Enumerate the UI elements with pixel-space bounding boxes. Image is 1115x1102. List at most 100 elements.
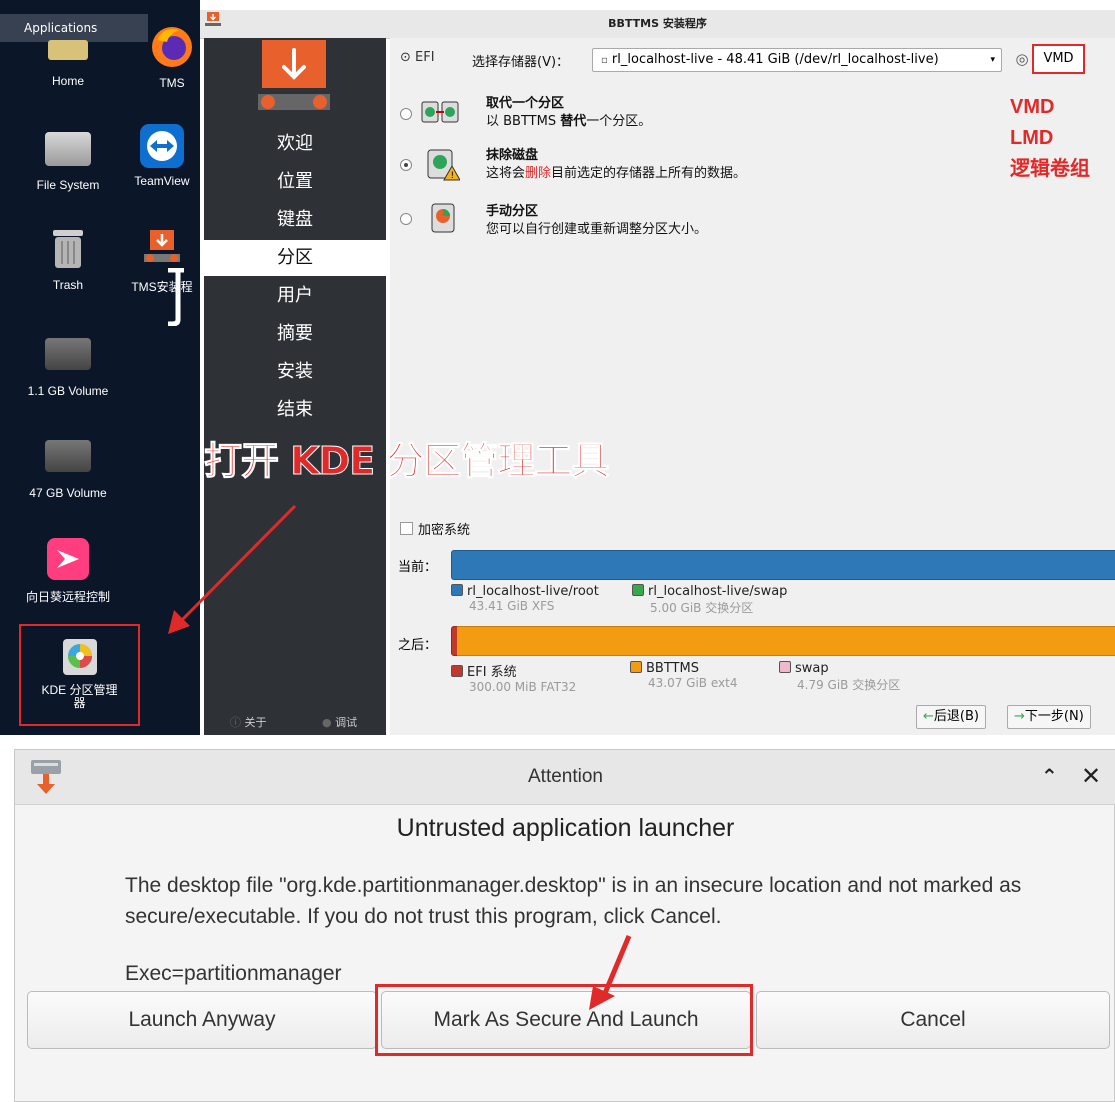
sunlogin-icon: [45, 536, 91, 582]
after-label: 之后：: [398, 638, 438, 653]
highlight-box-mark-secure: [375, 984, 753, 1056]
annotation-arrow-kde: [168, 504, 297, 634]
chevron-up-icon[interactable]: ⌃: [1041, 764, 1058, 788]
storage-label: 选择存储器(V)：: [472, 55, 570, 70]
dialog-heading: Untrusted application launcher: [396, 814, 735, 842]
nav-item-keyboard[interactable]: 键盘: [204, 202, 386, 238]
arrow-left-icon: ←: [923, 709, 934, 724]
storage-select[interactable]: ▫ rl_localhost-live - 48.41 GiB (/dev/rl…: [592, 48, 1002, 72]
dialog-exec-line: Exec=partitionmanager: [125, 962, 342, 985]
highlight-box-kde: [19, 624, 140, 726]
bug-icon: ●: [322, 716, 336, 729]
option-erase-title: 抹除磁盘: [486, 148, 539, 163]
option-replace-title: 取代一个分区: [486, 96, 565, 111]
nav-item-location[interactable]: 位置: [204, 164, 386, 200]
debug-button[interactable]: ● 调试: [322, 714, 357, 730]
desktop-icon-volume-47gb[interactable]: 47 GB Volume: [20, 434, 116, 500]
legend-swatch: [451, 584, 463, 596]
info-icon: ⓘ: [230, 716, 245, 729]
option-manual-radio[interactable]: [400, 213, 412, 225]
legend-swap: rl_localhost-live/swap 5.00 GiB 交换分区: [632, 584, 787, 616]
installer-app-icon: [204, 12, 222, 30]
option-replace-desc: 以 BBTTMS 替代一个分区。: [486, 114, 652, 129]
desktop-icon-label: 向日葵远程控制: [25, 590, 110, 604]
desktop-icon-sunlogin[interactable]: 向日葵远程控制: [20, 536, 116, 605]
replace-partition-icon: [420, 98, 460, 128]
firefox-icon: [149, 24, 195, 70]
nav-item-install[interactable]: 安装: [204, 354, 386, 390]
desktop-icon-trash[interactable]: Trash: [20, 228, 116, 292]
arrow-right-icon: →: [1014, 709, 1025, 724]
current-partition-bar: [451, 550, 1115, 580]
legend-swatch: [632, 584, 644, 596]
vmd-button[interactable]: VMD: [1032, 44, 1085, 74]
nav-item-users[interactable]: 用户: [204, 278, 386, 314]
desktop-icon-label: File System: [36, 178, 100, 192]
legend-bbttms: BBTTMS 43.07 GiB ext4: [630, 661, 737, 690]
annotation-side-note: VMD LMD 逻辑卷组: [1010, 96, 1090, 180]
debug-label: 调试: [335, 716, 358, 729]
close-icon[interactable]: ✕: [1081, 762, 1101, 790]
installer-titlebar[interactable]: BBTTMS 安装程序: [200, 10, 1115, 39]
desktop-icon-home[interactable]: Home: [20, 40, 116, 88]
desktop-icon-label: TMS: [159, 76, 185, 90]
nav-item-finish[interactable]: 结束: [204, 392, 386, 428]
dialog-title: Attention: [528, 766, 603, 787]
folder-icon: [45, 40, 91, 68]
desktop-icon-label: Trash: [52, 278, 84, 292]
legend-swatch: [779, 661, 791, 673]
desktop-icon-label: TeamView: [134, 174, 190, 188]
option-erase-desc: 这将会删除目前选定的存储器上所有的数据。: [486, 166, 747, 181]
teamviewer-icon: [139, 124, 185, 168]
dialog-message: The desktop file "org.kde.partitionmanag…: [125, 874, 1022, 928]
desktop-icon-file-system[interactable]: File System: [20, 128, 116, 192]
option-replace-radio[interactable]: [400, 108, 412, 120]
current-label: 当前：: [398, 560, 438, 575]
desktop-icon-tms-installer[interactable]: TMS安装程: [124, 230, 200, 295]
desktop-icon-volume-1gb[interactable]: 1.1 GB Volume: [20, 332, 116, 398]
nav-item-welcome[interactable]: 欢迎: [204, 126, 386, 162]
legend-efi: EFI 系统 300.00 MiB FAT32: [451, 661, 576, 694]
svg-text:!: !: [451, 171, 455, 181]
installer-logo-icon: [258, 40, 330, 120]
legend-root: rl_localhost-live/root 43.41 GiB XFS: [451, 584, 599, 613]
option-manual-desc: 您可以自行创建或重新调整分区大小。: [486, 222, 708, 237]
desktop-icon-label: Home: [51, 74, 84, 88]
nav-item-partition[interactable]: 分区: [204, 240, 386, 276]
drive-icon: [45, 440, 91, 480]
installer-title: BBTTMS 安装程序: [608, 17, 707, 30]
encrypt-checkbox[interactable]: [400, 522, 413, 535]
drive-icon: [45, 338, 91, 378]
desktop-icon-label: 1.1 GB Volume: [27, 384, 109, 398]
legend-swap-after: swap 4.79 GiB 交换分区: [779, 661, 900, 693]
disk-icon: ▫: [601, 55, 608, 66]
next-button[interactable]: →下一步(N): [1007, 705, 1091, 729]
chevron-down-icon: ▾: [990, 55, 995, 65]
annotation-arrow-dialog: [589, 935, 632, 1010]
option-erase-radio[interactable]: [400, 159, 412, 171]
hard-drive-icon: [45, 132, 91, 172]
desktop-icon-label: 47 GB Volume: [29, 486, 107, 500]
legend-swatch: [630, 661, 642, 673]
play-circle-icon: ⊙: [400, 50, 411, 65]
after-partition-main: [457, 626, 1115, 656]
legend-swatch: [451, 665, 463, 677]
annotation-headline: 打开 KDE 分区管理工具: [203, 439, 609, 484]
cancel-button[interactable]: Cancel: [756, 991, 1110, 1049]
launch-anyway-button[interactable]: Launch Anyway: [27, 991, 377, 1049]
refresh-icon[interactable]: ◎: [1012, 49, 1032, 69]
installer-window: BBTTMS 安装程序 欢迎 位置 键盘 分区 用户 摘要 安装 结束 ⓘ 关于…: [200, 10, 1115, 735]
desktop-icon-teamviewer[interactable]: TeamView: [124, 124, 200, 188]
encrypt-label: 加密系统: [418, 523, 471, 538]
window-drag-artifact: [164, 267, 188, 327]
about-button[interactable]: ⓘ 关于: [230, 714, 267, 730]
manual-partition-icon: [430, 202, 458, 234]
back-button[interactable]: ←后退(B): [916, 705, 986, 729]
installer-icon: [139, 230, 185, 272]
efi-indicator: ⊙ EFI: [400, 50, 435, 65]
trash-icon: [45, 228, 91, 272]
attention-dialog: Attention ⌃ ✕ Untrusted application laun…: [14, 749, 1115, 1102]
dialog-titlebar[interactable]: Attention ⌃ ✕: [15, 750, 1115, 805]
partition-panel: ⊙ EFI 选择存储器(V)： ▫ rl_localhost-live - 48…: [390, 38, 1115, 735]
nav-item-summary[interactable]: 摘要: [204, 316, 386, 352]
